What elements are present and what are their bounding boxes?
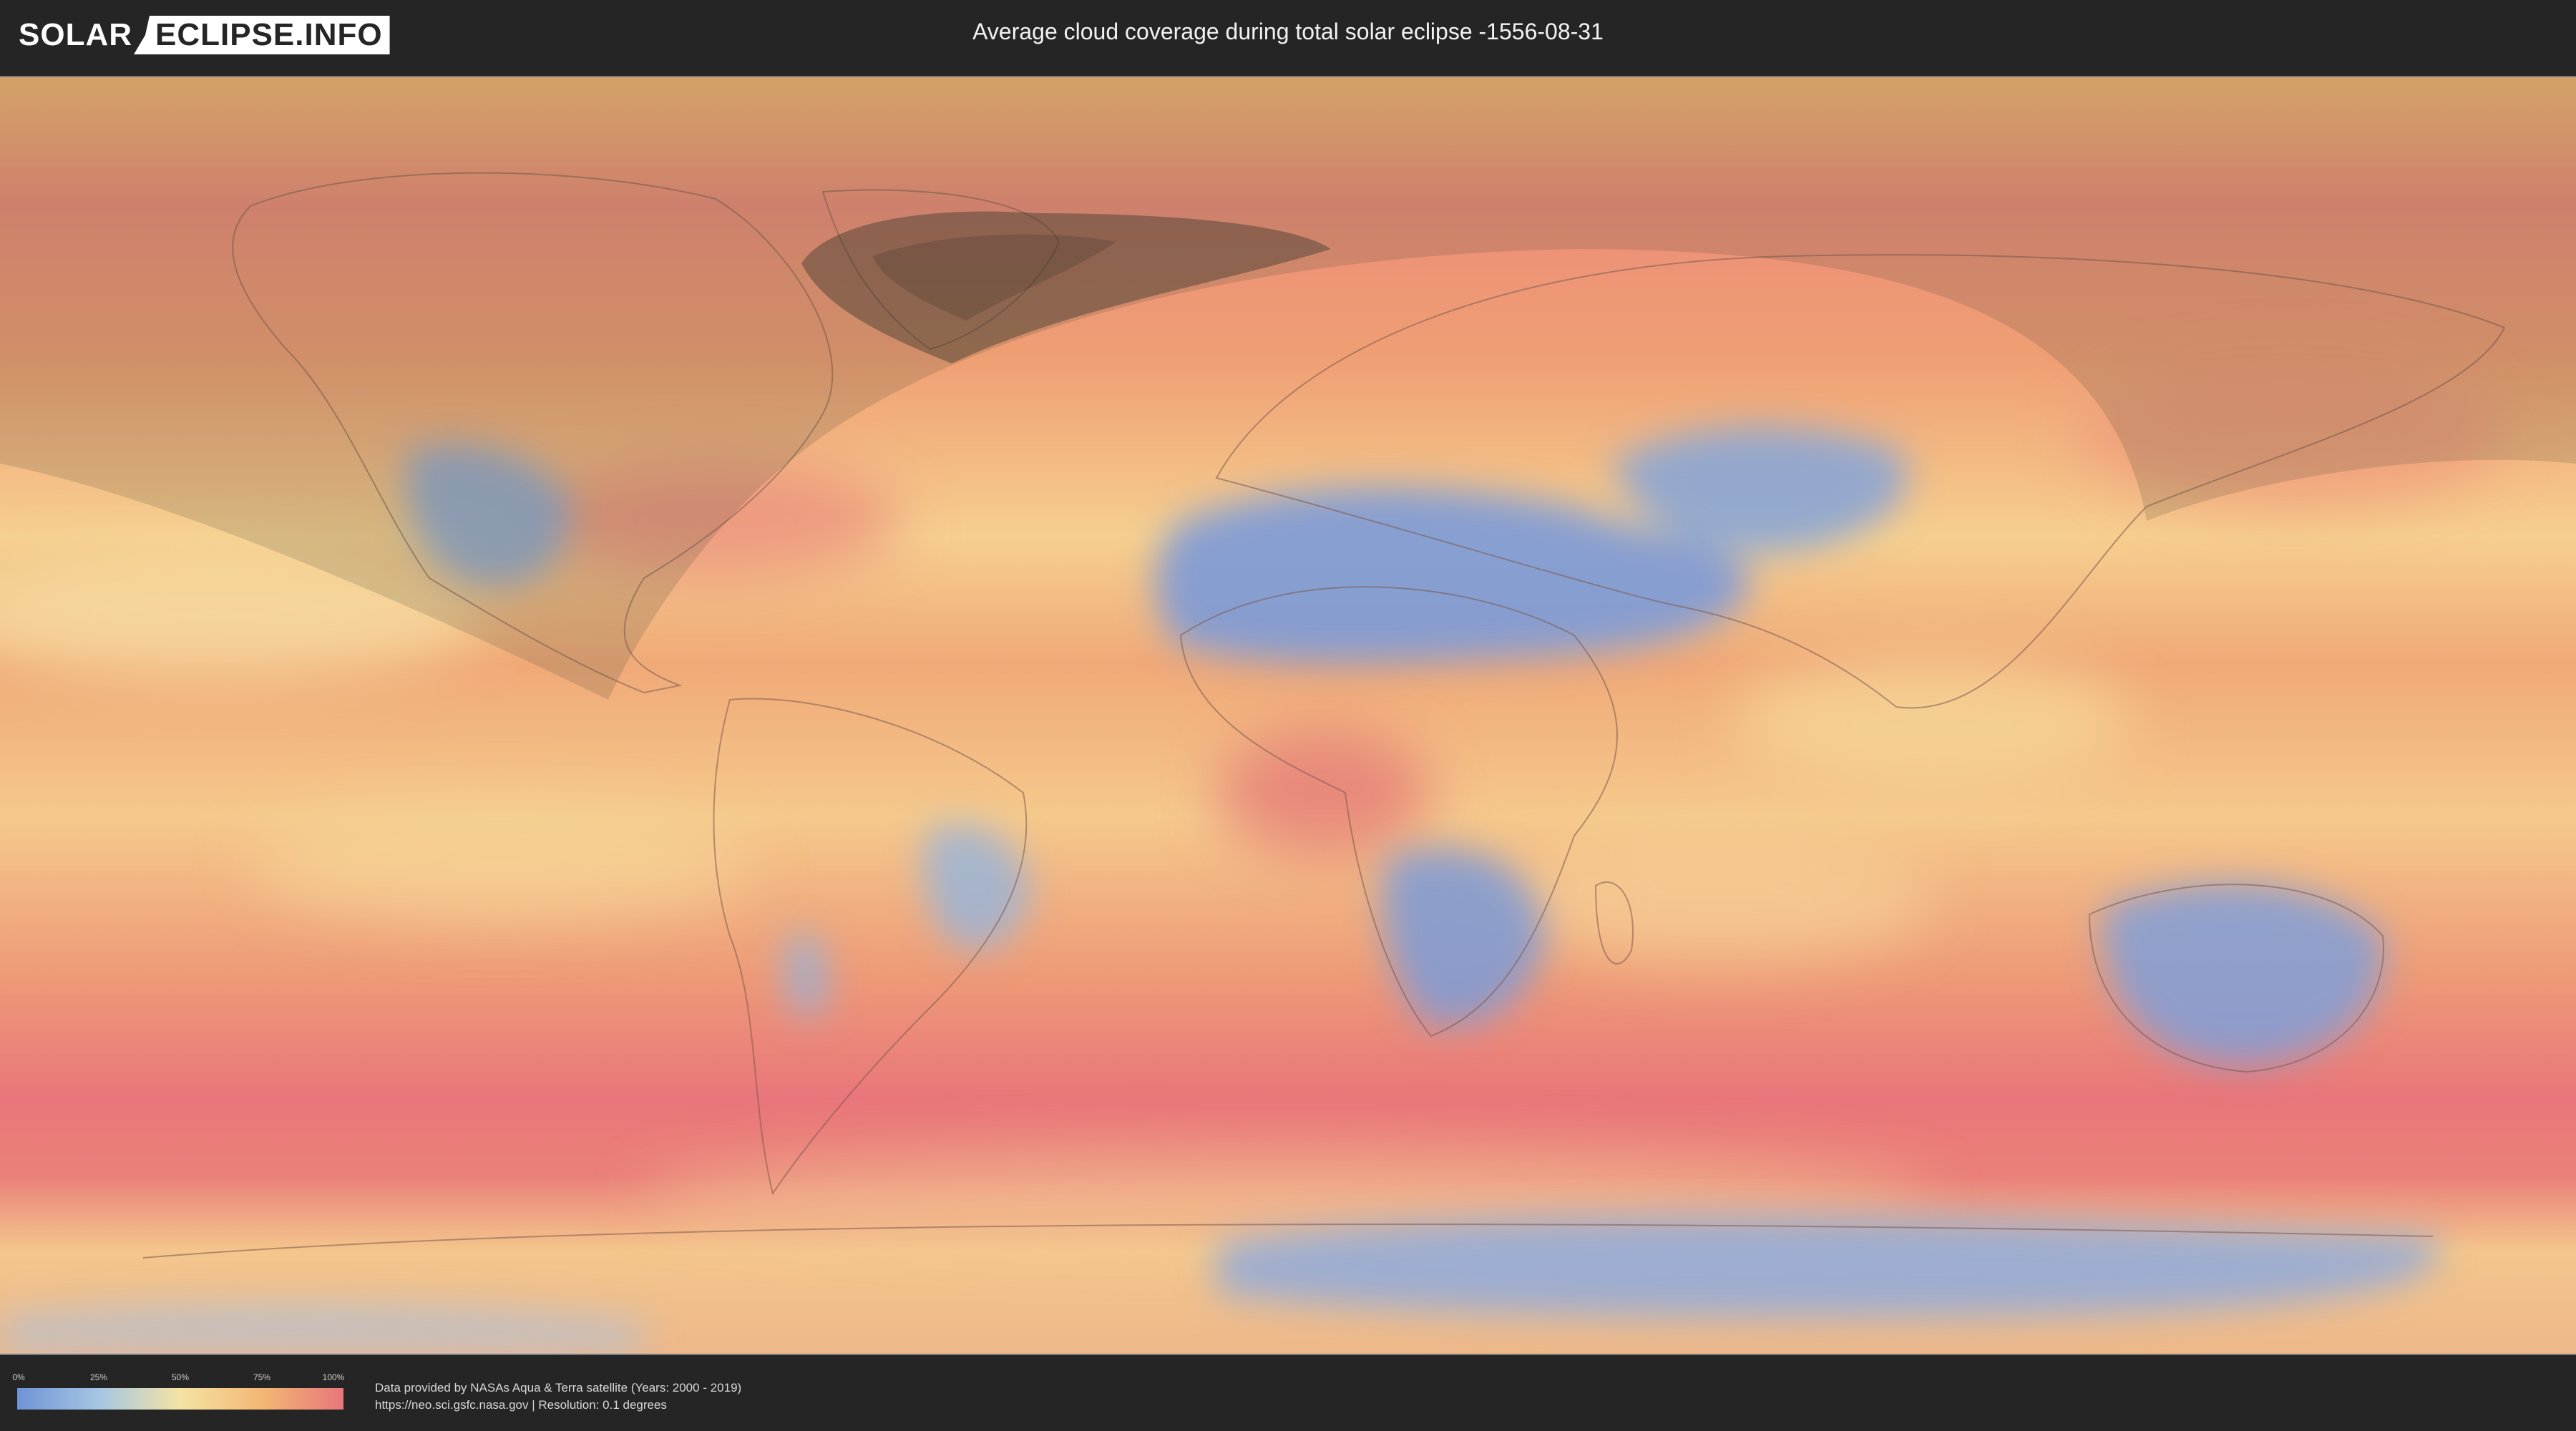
- data-credits: Data provided by NASAs Aqua & Terra sate…: [375, 1379, 741, 1414]
- legend-color-bar: [17, 1388, 343, 1410]
- legend-tick-75: 75%: [253, 1372, 271, 1382]
- legend-ticks: 0% 25% 50% 75% 100%: [12, 1372, 345, 1385]
- legend-tick-100: 100%: [322, 1372, 345, 1382]
- header-bar: SOLAR ECLIPSE.INFO Average cloud coverag…: [0, 0, 2576, 72]
- legend-tick-25: 25%: [89, 1372, 108, 1382]
- legend-tick-50: 50%: [171, 1372, 190, 1382]
- credit-line-url: https://neo.sci.gsfc.nasa.gov | Resoluti…: [375, 1398, 667, 1412]
- cloud-coverage-legend: 0% 25% 50% 75% 100%: [12, 1372, 345, 1410]
- credit-line-source: Data provided by NASAs Aqua & Terra sate…: [375, 1381, 742, 1395]
- page-title: Average cloud coverage during total sola…: [972, 19, 1604, 44]
- map-canvas: [0, 77, 2576, 1354]
- legend-tick-0: 0%: [12, 1372, 25, 1382]
- footer-bar: 0% 25% 50% 75% 100% Data provided by NAS…: [0, 1357, 2576, 1431]
- cloud-coverage-map[interactable]: [0, 76, 2576, 1355]
